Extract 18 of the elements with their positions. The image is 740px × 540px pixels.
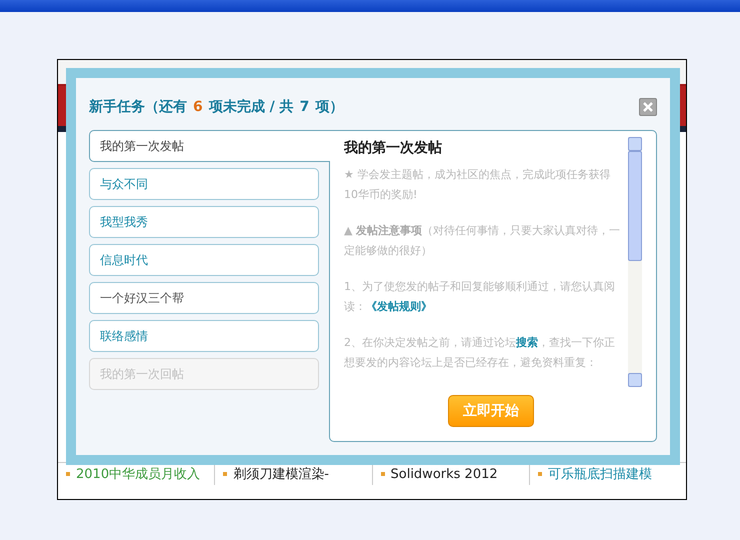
- task-description: 1、为了使您发的帖子和回复能够顺利通过，请您认真阅读：《发帖规则》: [344, 279, 616, 315]
- task-description: 2、在你决定发帖之前，请通过论坛搜索，查找一下你正想要发的内容论坛上是否已经存在，避免资料重复：: [344, 335, 616, 371]
- task-tab[interactable]: 我的第一次发帖: [89, 130, 330, 162]
- text-link[interactable]: 《发帖规则》: [366, 300, 432, 313]
- task-description: ★ 学会发主题帖，成为社区的焦点，完成此项任务获得10华币的奖励!: [344, 167, 612, 203]
- task-heading: 我的第一次发帖: [344, 139, 443, 157]
- task-tab[interactable]: 联络感情: [89, 320, 319, 352]
- forum-link[interactable]: 2010中华成员月收入: [58, 463, 214, 485]
- task-tab[interactable]: 我型我秀: [89, 206, 319, 238]
- scrollbar[interactable]: [628, 137, 642, 387]
- text-link[interactable]: 搜索: [516, 336, 538, 349]
- task-tab[interactable]: 信息时代: [89, 244, 319, 276]
- close-icon: [643, 102, 653, 112]
- task-tab[interactable]: 一个好汉三个帮: [89, 282, 319, 314]
- close-button[interactable]: [639, 98, 657, 116]
- dialog-title: 新手任务（还有 6 项未完成 / 共 7 项）: [89, 98, 344, 116]
- task-tab[interactable]: 与众不同: [89, 168, 319, 200]
- task-description: ▲ 发帖注意事项（对待任何事情，只要大家认真对待，一定能够做的很好）: [344, 223, 621, 259]
